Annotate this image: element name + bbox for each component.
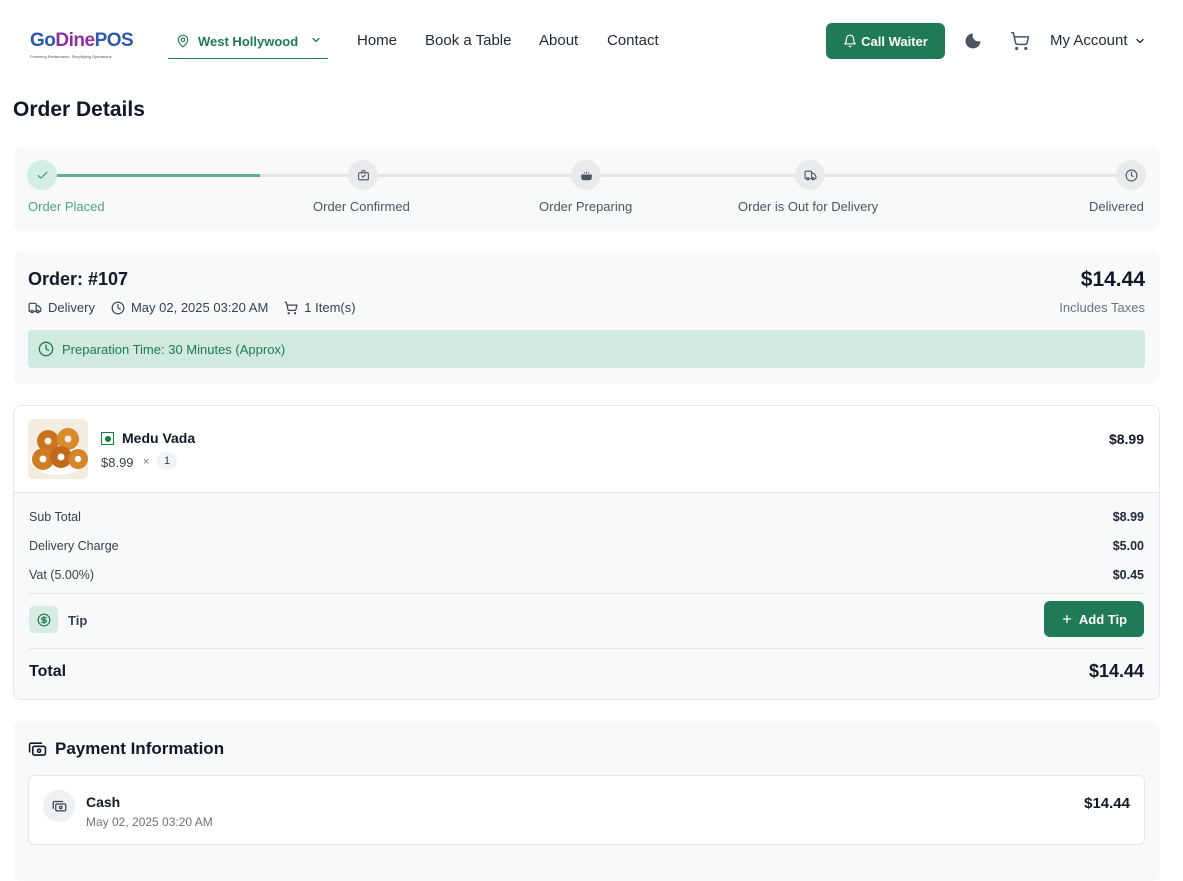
plus-icon (1062, 614, 1072, 624)
cart-icon (284, 301, 298, 314)
map-pin-icon (176, 33, 190, 49)
location-label: West Hollywood (198, 33, 299, 49)
clock-icon (38, 341, 54, 357)
truck-icon (28, 302, 42, 313)
includes-taxes-note: Includes Taxes (1059, 300, 1145, 315)
nav-about[interactable]: About (539, 32, 578, 49)
order-summary-card: Order: #107 Delivery May 02, 2025 03:20 … (13, 251, 1160, 384)
total-amount: $14.44 (1088, 661, 1144, 681)
payment-row: Cash May 02, 2025 03:20 AM $14.44 (28, 775, 1145, 845)
logo-part-dine: Dine (55, 30, 95, 51)
page-title: Order Details (13, 98, 145, 121)
dark-mode-toggle-icon[interactable] (963, 31, 983, 51)
nav-contact[interactable]: Contact (607, 32, 659, 49)
order-type-label: Delivery (48, 300, 95, 315)
subtotal-amount: $8.99 (1112, 510, 1144, 524)
payment-date: May 02, 2025 03:20 AM (86, 815, 213, 829)
order-meta: Delivery May 02, 2025 03:20 AM 1 Item(s) (28, 300, 372, 315)
step-delivered-circle (1116, 160, 1146, 190)
preparation-time-text: Preparation Time: 30 Minutes (Approx) (62, 341, 286, 357)
vat-label: Vat (5.00%) (29, 568, 95, 582)
cooking-pot-icon (580, 170, 592, 180)
nav-home[interactable]: Home (357, 32, 397, 49)
payment-amount: $14.44 (1084, 795, 1130, 812)
order-total-amount: $14.44 (1080, 268, 1145, 291)
delivery-charge-amount: $5.00 (1112, 539, 1144, 553)
nav-book-a-table[interactable]: Book a Table (425, 32, 511, 49)
bell-icon (843, 34, 857, 48)
vat-amount: $0.45 (1112, 568, 1144, 582)
step-order-preparing-circle (571, 160, 601, 190)
logo-part-go: Go (30, 30, 56, 51)
order-items-count: 1 Item(s) (284, 300, 356, 315)
step-label-order-preparing: Order Preparing (539, 199, 633, 214)
item-line-total: $8.99 (1108, 431, 1144, 447)
step-out-for-delivery-circle (795, 160, 825, 190)
order-items-card: Medu Vada $8.99 × 1 $8.99 Sub Total $8.9… (13, 405, 1160, 700)
cart-icon[interactable] (1010, 31, 1030, 51)
step-label-delivered: Delivered (1089, 199, 1144, 214)
bill-breakdown: Sub Total $8.99 Delivery Charge $5.00 Va… (14, 493, 1159, 699)
vat-row: Vat (5.00%) $0.45 (29, 568, 1144, 582)
order-datetime-label: May 02, 2025 03:20 AM (130, 300, 269, 315)
preparation-time-banner: Preparation Time: 30 Minutes (Approx) (28, 330, 1145, 368)
veg-indicator-icon (101, 432, 114, 445)
divider (29, 593, 1144, 594)
item-unit-price: $8.99 (101, 455, 134, 470)
add-tip-button[interactable]: Add Tip (1044, 601, 1144, 637)
payment-heading-label: Payment Information (55, 739, 225, 758)
subtotal-label: Sub Total (29, 510, 81, 524)
step-label-order-placed: Order Placed (28, 199, 105, 214)
clock-icon (111, 301, 125, 314)
step-order-placed-circle (27, 160, 57, 190)
briefcase-check-icon (357, 169, 369, 180)
item-times-symbol: × (143, 456, 150, 468)
step-label-order-confirmed: Order Confirmed (313, 199, 410, 214)
item-quantity-badge: 1 (157, 452, 177, 470)
truck-icon (804, 170, 816, 180)
chevron-down-icon (1134, 35, 1146, 47)
item-image-medu-vada (28, 419, 88, 479)
order-datetime: May 02, 2025 03:20 AM (111, 300, 268, 315)
top-navbar: GoDinePOS Powering Restaurants, Simplify… (0, 0, 1183, 82)
check-icon (36, 171, 48, 179)
step-order-confirmed-circle (348, 160, 378, 190)
subtotal-row: Sub Total $8.99 (29, 510, 1144, 524)
divider (29, 648, 1144, 649)
list-item: Medu Vada $8.99 × 1 $8.99 (14, 406, 1159, 493)
item-name: Medu Vada (122, 430, 196, 446)
payment-information-card: Payment Information Cash May 02, 2025 03… (13, 721, 1160, 881)
payment-heading: Payment Information (28, 739, 224, 759)
order-type: Delivery (28, 300, 95, 315)
order-number: Order: #107 (28, 269, 129, 289)
payment-method: Cash (86, 794, 121, 810)
order-items-count-label: 1 Item(s) (304, 300, 356, 315)
banknote-icon (43, 790, 75, 822)
chevron-down-icon (310, 34, 322, 46)
total-label: Total (29, 663, 67, 680)
logo-wordmark: GoDinePOS (30, 28, 134, 54)
tip-label: Tip (68, 613, 88, 628)
my-account-menu[interactable]: My Account (1050, 32, 1146, 49)
order-progress-tracker: Order Placed Order Confirmed Order Prepa… (13, 147, 1160, 231)
call-waiter-button[interactable]: Call Waiter (826, 23, 945, 59)
dollar-circle-icon (29, 606, 58, 633)
location-selector[interactable]: West Hollywood (168, 24, 328, 59)
brand-logo[interactable]: GoDinePOS Powering Restaurants, Simplify… (30, 28, 134, 59)
clock-icon (1125, 169, 1137, 181)
banknote-icon (28, 741, 47, 756)
progress-track-fill (42, 174, 260, 177)
call-waiter-label: Call Waiter (861, 33, 928, 49)
add-tip-label: Add Tip (1078, 611, 1128, 627)
delivery-charge-row: Delivery Charge $5.00 (29, 539, 1144, 553)
my-account-label: My Account (1050, 32, 1128, 49)
delivery-charge-label: Delivery Charge (29, 539, 119, 553)
logo-tagline: Powering Restaurants, Simplifying Operat… (30, 54, 112, 59)
step-label-out-for-delivery: Order is Out for Delivery (738, 199, 879, 214)
logo-part-pos: POS (94, 30, 134, 51)
